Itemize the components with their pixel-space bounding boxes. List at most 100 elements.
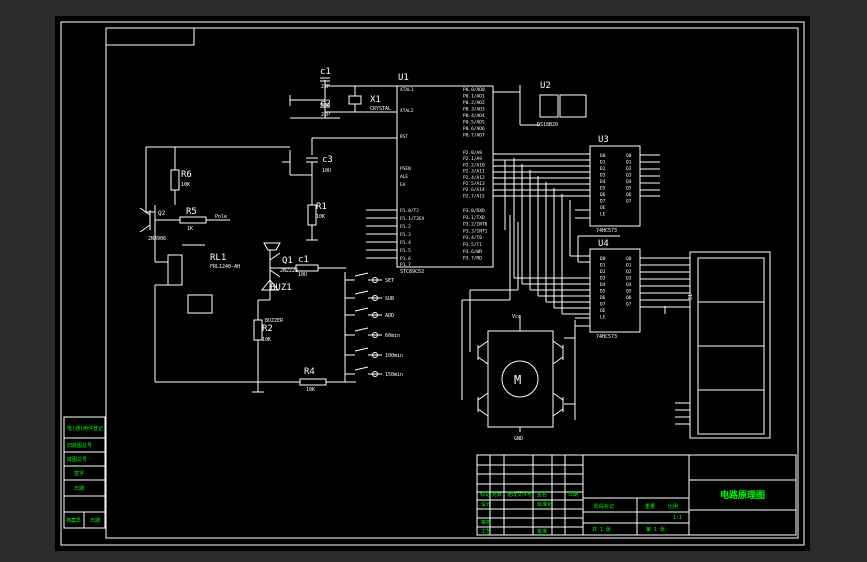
push-button-label: SUB	[385, 296, 394, 302]
u3-pin-left: D7	[600, 199, 606, 205]
tb-label-sign: 签名	[537, 491, 547, 498]
buz-part: BUZZER	[265, 318, 284, 324]
u3-pin-left: D2	[600, 166, 606, 172]
u3-pin-left: D5	[600, 186, 606, 192]
u1-pin-right: P3.1/TXD	[463, 215, 485, 221]
u4-pin-left: D1	[600, 263, 606, 269]
u1-pin-right: P3.5/T1	[463, 242, 482, 248]
u1-pin-right: P0.3/AD3	[463, 107, 485, 113]
u1-pin-right: P0.7/AD7	[463, 133, 485, 139]
c3-ref: c3	[322, 155, 333, 165]
archive-label-4: 签字	[74, 470, 84, 477]
motor-label: M	[514, 373, 521, 387]
u3-pin-left: OE	[600, 205, 606, 211]
u4-pin-left: D4	[600, 282, 606, 288]
u1-pin-left: P1.4	[400, 240, 411, 246]
u4-pin-right: Q6	[626, 295, 632, 301]
tb-label-review: 审核	[481, 519, 491, 526]
archive-label-3: 底图总号	[67, 456, 87, 463]
u3-pin-right: Q2	[626, 166, 632, 172]
u1-pin-right: P0.0/AD0	[463, 87, 485, 93]
archive-label-6: 档案员	[66, 517, 81, 524]
u3-pin-right: Q4	[626, 179, 632, 185]
r5-ref: R5	[186, 207, 197, 217]
archive-label-5: 日期	[74, 486, 84, 492]
r2-val: 10K	[262, 337, 271, 343]
drawing-title: 电路原理图	[720, 489, 765, 501]
push-button-label: 150min	[385, 372, 403, 378]
x1-ref: X1	[370, 95, 381, 105]
u1-pin-right: P3.0/RXD	[463, 208, 485, 214]
u1-pin-left: P1.2	[400, 224, 411, 230]
u4-pin-right: Q3	[626, 276, 632, 282]
u1-pin-left: P1.5	[400, 248, 411, 254]
u1-pin-left: RST	[400, 134, 408, 140]
u3-pin-right: Q6	[626, 192, 632, 198]
c1-val: 22P	[321, 84, 330, 90]
u4-pin-right: Q5	[626, 289, 632, 295]
q1-ref: Q1	[282, 256, 293, 266]
u3-pin-right: Q3	[626, 173, 632, 179]
rl1-part: FRL1240-AH	[210, 264, 240, 270]
q1-part: 2N2222	[280, 268, 298, 274]
u1-pin-left: XTAL2	[400, 108, 414, 114]
u1-pin-left: EA	[400, 182, 406, 188]
c1b-val: 10U	[298, 272, 307, 278]
r6-val: 10K	[181, 182, 190, 188]
u1-pin-left: P1.0/T2	[400, 208, 419, 214]
push-button-label: 100min	[385, 353, 403, 359]
u1-pin-right: P0.6/AD6	[463, 126, 485, 132]
tb-label-standard: 标准化	[537, 501, 552, 508]
u3-pin-right: Q7	[626, 199, 632, 205]
u1-pin-right: P2.5/A13	[463, 181, 485, 187]
u1-pin-left: P1.6	[400, 256, 411, 262]
tb-label-design: 设计	[481, 501, 491, 508]
r4-val: 10K	[306, 387, 315, 393]
u3-pin-left: D4	[600, 179, 606, 185]
u1-pin-right: P0.4/AD4	[463, 113, 485, 119]
u4-pin-left: LE	[600, 315, 606, 321]
u4-pin-left: D7	[600, 302, 606, 308]
tb-label-process: 工艺	[481, 529, 491, 535]
u4-part: 74HC573	[596, 334, 617, 340]
c3-val: 10U	[322, 168, 331, 174]
r2-ref: R2	[262, 324, 273, 334]
u1-pin-right: P3.7/RD	[463, 256, 482, 262]
rl1-ref: RL1	[210, 253, 226, 263]
u3-part: 74HC573	[596, 228, 617, 234]
r1-val: 10K	[316, 214, 325, 220]
u1-pin-right: P2.7/A15	[463, 193, 485, 199]
u2-ref: U2	[540, 81, 551, 91]
c1-ref: c1	[320, 67, 331, 77]
u3-pin-right: Q0	[626, 153, 632, 159]
u3-pin-left: D3	[600, 173, 606, 179]
c2-ref: c2	[320, 99, 331, 109]
tb-sheet-total: 共 1 张	[592, 526, 611, 533]
r4-ref: R4	[304, 367, 315, 377]
u1-ref: U1	[398, 73, 409, 83]
u4-pin-right: Q2	[626, 269, 632, 275]
r6-ref: R6	[181, 170, 192, 180]
push-button-label: ADD	[385, 313, 394, 319]
u3-pin-left: D1	[600, 160, 606, 166]
display-ref: J1	[688, 294, 694, 300]
u4-pin-left: D6	[600, 295, 606, 301]
vcc-label: Vcc	[512, 314, 521, 320]
u1-pin-right: P3.3/INT1	[463, 228, 488, 234]
push-button-label: 60min	[385, 333, 400, 339]
pole-label: Pole	[215, 214, 227, 220]
q2-part: 2N3906	[148, 236, 166, 242]
u4-pin-left: D5	[600, 289, 606, 295]
u1-pin-right: P2.1/A9	[463, 156, 482, 162]
buz-ref: BUZ1	[270, 283, 292, 293]
c1b-ref: c1	[298, 255, 309, 265]
u1-pin-right: P0.1/AD1	[463, 94, 485, 100]
u2-part: DS18B20	[537, 122, 558, 128]
u1-pin-right: P2.2/A10	[463, 162, 485, 168]
u1-pin-left: PSEN	[400, 166, 411, 172]
x1-part: CRYSTAL	[370, 106, 391, 112]
u1-pin-left: P1.7	[400, 262, 411, 268]
u4-pin-left: OE	[600, 308, 606, 314]
u1-pin-right: P0.2/AD2	[463, 100, 485, 106]
u4-pin-right: Q4	[626, 282, 632, 288]
